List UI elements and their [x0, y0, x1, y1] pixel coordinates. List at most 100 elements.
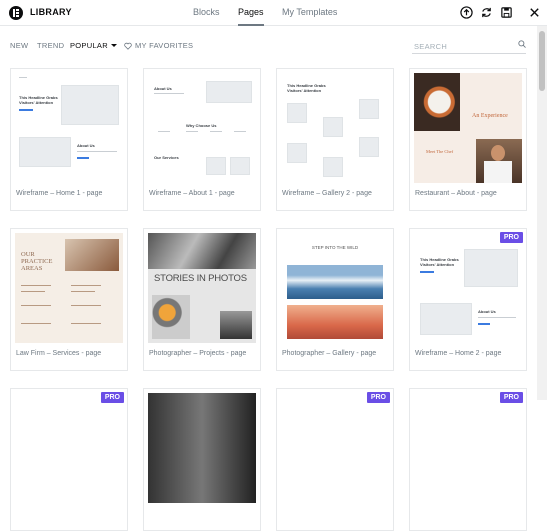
save-icon[interactable] [500, 6, 513, 19]
wf-headline: This Headline Grabs Visitors' Attention [287, 83, 326, 93]
template-title: Wireframe – Home 2 - page [415, 350, 502, 357]
template-preview: About Us Why Choose Us Our Services [148, 73, 256, 183]
template-preview [148, 393, 256, 503]
elementor-logo-icon [9, 6, 23, 20]
filter-popular[interactable]: POPULAR [70, 41, 117, 50]
wild-heading: STEP INTO THE WILD [311, 245, 359, 250]
pro-badge: PRO [499, 232, 523, 243]
pro-badge: PRO [366, 392, 390, 403]
template-card[interactable]: About Us Why Choose Us Our Services Wire… [143, 68, 261, 211]
template-card[interactable]: This Headline Grabs Visitors' Attention … [409, 228, 527, 371]
search-box [412, 36, 526, 55]
template-card[interactable]: PRO [10, 388, 128, 531]
template-title: Law Firm – Services - page [16, 350, 102, 357]
wf-headline: This Headline Grabs Visitors' Attention [19, 95, 58, 105]
wf-image [230, 157, 250, 175]
filter-new[interactable]: NEW [10, 41, 28, 50]
wf-text [478, 317, 516, 318]
template-title: Wireframe – About 1 - page [149, 190, 235, 197]
photo-oranges [152, 295, 190, 339]
template-title: Wireframe – Home 1 - page [16, 190, 103, 197]
template-card[interactable]: PRO [409, 388, 527, 531]
template-card[interactable] [143, 388, 261, 531]
close-icon[interactable] [528, 6, 541, 19]
wf-text [234, 131, 246, 132]
template-preview: This Headline Grabs Visitors' Attention … [15, 73, 123, 183]
template-card[interactable]: STORIES IN PHOTOS Photographer – Project… [143, 228, 261, 371]
wf-image [287, 103, 307, 123]
wf-about: About Us [77, 143, 95, 148]
chef-photo [476, 139, 522, 183]
wf-text [71, 323, 101, 324]
stories-heading: STORIES IN PHOTOS [154, 273, 247, 284]
tab-blocks[interactable]: Blocks [193, 0, 220, 26]
template-title: Wireframe – Gallery 2 - page [282, 190, 372, 197]
template-card[interactable]: This Headline Grabs Visitors' Attention … [276, 68, 394, 211]
template-title: Restaurant – About - page [415, 190, 497, 197]
sync-icon[interactable] [480, 6, 493, 19]
template-card[interactable]: PRO [276, 388, 394, 531]
wf-text [21, 305, 51, 306]
template-preview: An Experience Meet The Chef [414, 73, 522, 183]
wf-headline: This Headline Grabs Visitors' Attention [420, 257, 459, 267]
experience-heading: An Experience [472, 113, 508, 119]
wf-image [19, 137, 71, 167]
pro-badge: PRO [499, 392, 523, 403]
template-preview: STEP INTO THE WILD [281, 233, 389, 343]
tab-my-templates[interactable]: My Templates [282, 0, 337, 26]
upload-icon[interactable] [460, 6, 473, 19]
template-preview: STORIES IN PHOTOS [148, 233, 256, 343]
wf-text [158, 131, 170, 132]
top-bar: LIBRARY Blocks Pages My Templates [0, 0, 547, 26]
template-preview: OUR PRACTICE AREAS [15, 233, 123, 343]
wf-text [186, 131, 198, 132]
wf-text [71, 305, 101, 306]
wf-button [19, 109, 33, 111]
wf-image [359, 99, 379, 119]
food-photo [414, 73, 460, 131]
wf-text [77, 151, 117, 152]
heart-icon [124, 42, 132, 50]
template-card[interactable]: An Experience Meet The Chef Restaurant –… [409, 68, 527, 211]
wf-text [71, 285, 101, 286]
mountain-photo [287, 265, 383, 299]
filter-my-favorites[interactable]: MY FAVORITES [135, 41, 193, 50]
wf-image [359, 137, 379, 157]
chef-heading: Meet The Chef [426, 149, 454, 154]
search-input[interactable] [412, 38, 512, 55]
pro-badge: PRO [100, 392, 124, 403]
template-card[interactable]: OUR PRACTICE AREAS Law Firm – Services -… [10, 228, 128, 371]
filter-trend[interactable]: TREND [37, 41, 64, 50]
caret-down-icon [110, 44, 117, 47]
wf-text [154, 93, 184, 94]
tab-pages[interactable]: Pages [238, 0, 264, 26]
template-preview: This Headline Grabs Visitors' Attention [281, 73, 389, 183]
search-icon[interactable] [518, 40, 526, 48]
wf-button [77, 157, 89, 159]
scrollbar-thumb[interactable] [539, 31, 545, 91]
wf-button [420, 271, 434, 273]
gavel-photo [65, 239, 119, 271]
wf-text [21, 285, 51, 286]
library-title: LIBRARY [30, 7, 72, 17]
wf-image [206, 157, 226, 175]
template-title: Photographer – Gallery - page [282, 350, 377, 357]
wf-image [464, 249, 518, 287]
wf-text [21, 291, 45, 292]
wf-why: Why Choose Us [186, 123, 217, 128]
template-title: Photographer – Projects - page [149, 350, 247, 357]
wf-image [206, 81, 252, 103]
wf-services: Our Services [154, 155, 179, 160]
wf-image [420, 303, 472, 335]
photo-portrait [220, 311, 252, 339]
wf-image [61, 85, 119, 125]
wf-text [210, 131, 222, 132]
wf-text [21, 323, 51, 324]
practice-heading: OUR PRACTICE AREAS [21, 251, 53, 272]
wf-image [323, 117, 343, 137]
template-card[interactable]: This Headline Grabs Visitors' Attention … [10, 68, 128, 211]
wf-button [478, 323, 490, 325]
template-card[interactable]: STEP INTO THE WILD Photographer – Galler… [276, 228, 394, 371]
template-preview: This Headline Grabs Visitors' Attention … [414, 233, 522, 343]
filter-popular-label: POPULAR [70, 41, 108, 50]
